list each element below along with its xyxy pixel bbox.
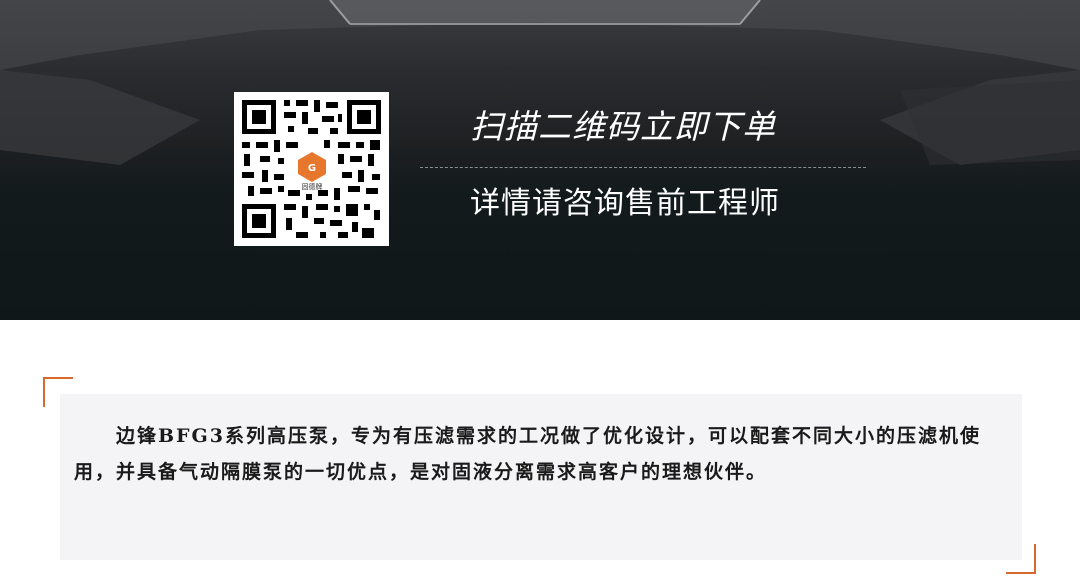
background-machinery-image xyxy=(0,0,1080,165)
contact-engineer-subheading: 详情请咨询售前工程师 xyxy=(470,186,780,221)
svg-text:G: G xyxy=(308,163,316,174)
qr-code-image: G 固德牌 xyxy=(242,100,381,238)
qr-code[interactable]: G 固德牌 xyxy=(234,92,389,246)
corner-bracket-bottom-right xyxy=(1006,544,1036,574)
product-description-text: 边锋BFG3系列高压泵，专为有压滤需求的工况做了优化设计，可以配套不同大小的压滤… xyxy=(74,425,981,483)
logo-text: 固德牌 xyxy=(302,182,323,191)
hero-banner: G 固德牌 扫描二维码立即下单 详情请咨询售前工程师 xyxy=(0,0,1080,320)
scan-to-order-heading: 扫描二维码立即下单 xyxy=(470,107,776,146)
product-description-card: 边锋BFG3系列高压泵，专为有压滤需求的工况做了优化设计，可以配套不同大小的压滤… xyxy=(60,394,1022,560)
dashed-divider xyxy=(420,167,866,168)
